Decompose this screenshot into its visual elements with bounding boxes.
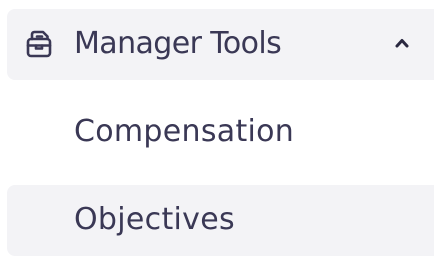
nav-item-objectives[interactable]: Objectives <box>7 185 434 256</box>
nav-item-label: Compensation <box>74 114 295 149</box>
chevron-up-icon[interactable] <box>392 36 412 50</box>
manager-tools-nav-section: Manager Tools Compensation Objectives <box>0 0 434 262</box>
nav-item-label: Objectives <box>74 202 235 237</box>
manager-tools-section-toggle[interactable]: Manager Tools <box>7 9 434 80</box>
nav-item-compensation[interactable]: Compensation <box>7 97 434 168</box>
toolbox-icon <box>26 30 52 58</box>
manager-tools-label: Manager Tools <box>74 26 282 61</box>
